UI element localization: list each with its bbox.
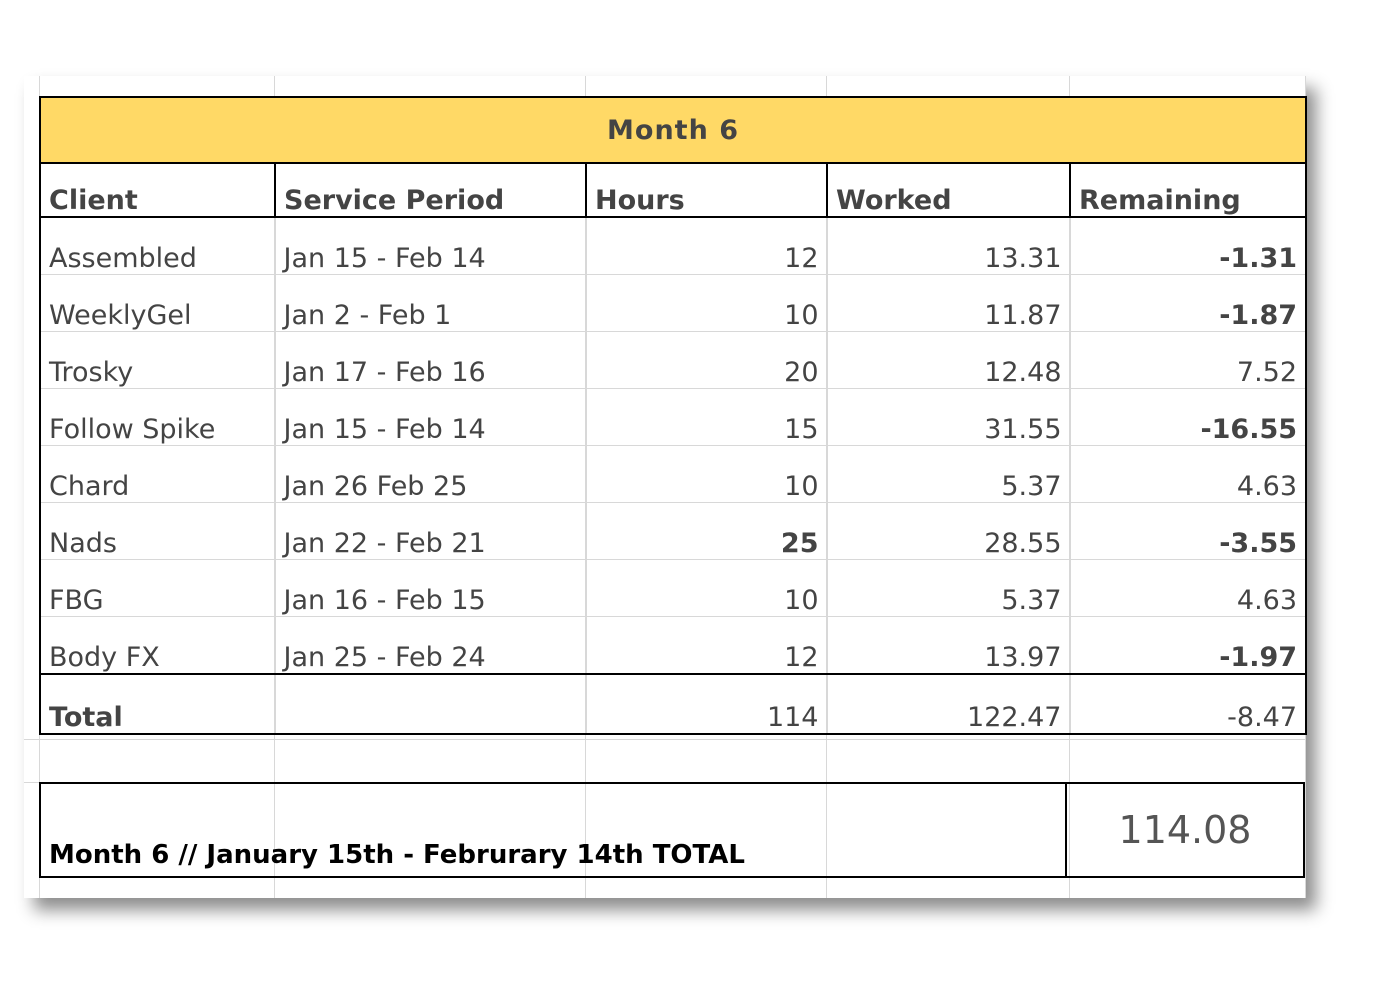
client-cell[interactable]: FBG (39, 559, 276, 617)
worked-cell[interactable]: 28.55 (826, 502, 1071, 560)
worked-cell[interactable]: 13.97 (826, 616, 1071, 675)
worked-cell[interactable]: 13.31 (826, 216, 1071, 275)
hours-cell[interactable]: 25 (585, 502, 828, 560)
table-row: WeeklyGel Jan 2 - Feb 1 10 11.87 -1.87 (39, 274, 1308, 332)
table-row: FBG Jan 16 - Feb 15 10 5.37 4.63 (39, 559, 1308, 617)
table-row: Trosky Jan 17 - Feb 16 20 12.48 7.52 (39, 331, 1308, 389)
remaining-cell[interactable]: -1.31 (1069, 216, 1308, 275)
table-row: Follow Spike Jan 15 - Feb 14 15 31.55 -16.55 (39, 388, 1308, 446)
remaining-cell[interactable]: 4.63 (1069, 445, 1308, 503)
hours-table: Month 6 Client Service Period Hours Work… (38, 96, 1308, 735)
summary-box: Month 6 // January 15th - Februrary 14th… (39, 782, 1305, 878)
service-period-cell[interactable]: Jan 15 - Feb 14 (274, 388, 587, 446)
client-cell[interactable]: Body FX (39, 616, 276, 675)
total-worked[interactable]: 122.47 (826, 673, 1071, 735)
worked-cell[interactable]: 31.55 (826, 388, 1071, 446)
total-label[interactable]: Total (39, 673, 276, 735)
service-period-cell[interactable]: Jan 26 Feb 25 (274, 445, 587, 503)
service-period-cell[interactable]: Jan 15 - Feb 14 (274, 216, 587, 275)
summary-label[interactable]: Month 6 // January 15th - Februrary 14th… (49, 840, 745, 870)
client-cell[interactable]: Nads (39, 502, 276, 560)
worked-cell[interactable]: 12.48 (826, 331, 1071, 389)
client-cell[interactable]: Assembled (39, 216, 276, 275)
client-cell[interactable]: Trosky (39, 331, 276, 389)
client-cell[interactable]: Chard (39, 445, 276, 503)
hours-cell[interactable]: 12 (585, 216, 828, 275)
hours-cell[interactable]: 10 (585, 445, 828, 503)
service-period-cell[interactable]: Jan 16 - Feb 15 (274, 559, 587, 617)
worked-cell[interactable]: 11.87 (826, 274, 1071, 332)
hours-cell[interactable]: 20 (585, 331, 828, 389)
service-period-cell[interactable]: Jan 17 - Feb 16 (274, 331, 587, 389)
hours-cell[interactable]: 10 (585, 559, 828, 617)
total-hours[interactable]: 114 (585, 673, 828, 735)
service-period-cell[interactable]: Jan 25 - Feb 24 (274, 616, 587, 675)
client-cell[interactable]: WeeklyGel (39, 274, 276, 332)
remaining-cell[interactable]: 4.63 (1069, 559, 1308, 617)
header-hours[interactable]: Hours (585, 162, 828, 218)
table-row: Body FX Jan 25 - Feb 24 12 13.97 -1.97 (39, 616, 1308, 675)
remaining-cell[interactable]: -3.55 (1069, 502, 1308, 560)
header-service-period[interactable]: Service Period (274, 162, 587, 218)
table-row: Assembled Jan 15 - Feb 14 12 13.31 -1.31 (39, 216, 1308, 275)
total-row: Total 114 122.47 -8.47 (39, 673, 1308, 735)
client-cell[interactable]: Follow Spike (39, 388, 276, 446)
remaining-cell[interactable]: 7.52 (1069, 331, 1308, 389)
total-remaining[interactable]: -8.47 (1069, 673, 1308, 735)
remaining-cell[interactable]: -1.87 (1069, 274, 1308, 332)
worked-cell[interactable]: 5.37 (826, 445, 1071, 503)
spreadsheet: Month 6 Client Service Period Hours Work… (24, 76, 1308, 898)
header-client[interactable]: Client (39, 162, 276, 218)
summary-total-value: 114.08 (1118, 808, 1252, 852)
remaining-cell[interactable]: -16.55 (1069, 388, 1308, 446)
table-title[interactable]: Month 6 (38, 96, 1308, 164)
remaining-cell[interactable]: -1.97 (1069, 616, 1308, 675)
header-remaining[interactable]: Remaining (1068, 162, 1308, 218)
header-worked[interactable]: Worked (826, 162, 1071, 218)
table-row: Chard Jan 26 Feb 25 10 5.37 4.63 (39, 445, 1308, 503)
table-row: Nads Jan 22 - Feb 21 25 28.55 -3.55 (39, 502, 1308, 560)
hours-cell[interactable]: 12 (585, 616, 828, 675)
worked-cell[interactable]: 5.37 (826, 559, 1071, 617)
hours-cell[interactable]: 10 (585, 274, 828, 332)
header-row: Client Service Period Hours Worked Remai… (39, 162, 1308, 218)
total-period[interactable] (274, 673, 587, 735)
service-period-cell[interactable]: Jan 2 - Feb 1 (274, 274, 587, 332)
summary-value-cell[interactable]: 114.08 (1065, 784, 1303, 876)
service-period-cell[interactable]: Jan 22 - Feb 21 (274, 502, 587, 560)
hours-cell[interactable]: 15 (585, 388, 828, 446)
